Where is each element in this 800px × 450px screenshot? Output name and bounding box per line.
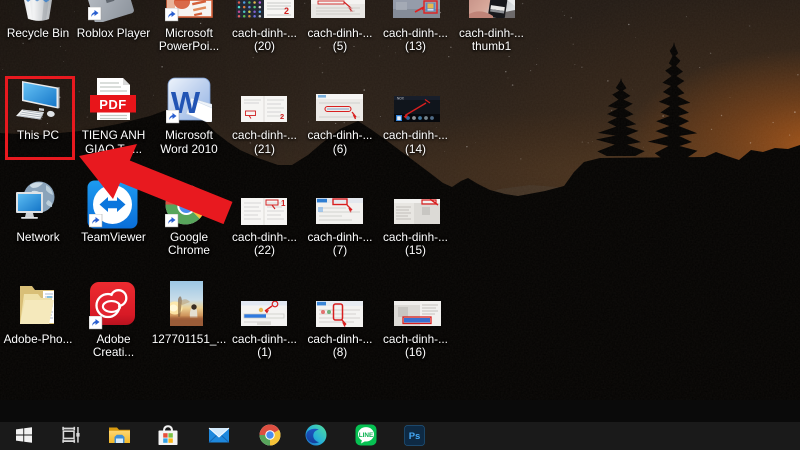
svg-text:2: 2 bbox=[284, 6, 289, 16]
svg-text:2: 2 bbox=[280, 112, 284, 121]
svg-text:NOX: NOX bbox=[397, 96, 405, 100]
svg-text:LINE: LINE bbox=[359, 432, 374, 439]
svg-text:Ps: Ps bbox=[408, 431, 420, 442]
svg-text:PDF: PDF bbox=[99, 97, 127, 112]
svg-text:1: 1 bbox=[281, 199, 286, 208]
